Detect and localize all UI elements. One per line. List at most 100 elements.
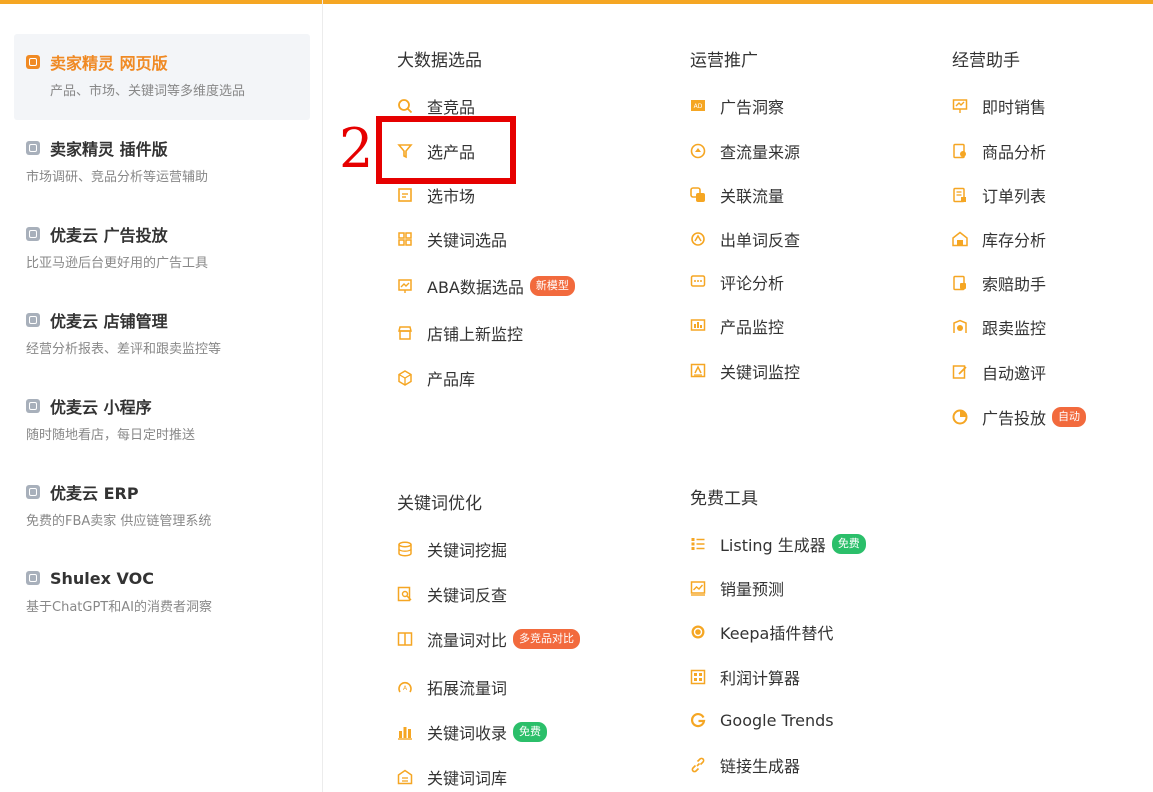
menu-item-label: 广告投放: [982, 409, 1047, 428]
svg-text:A: A: [403, 685, 408, 692]
menu-item-auto-review-request[interactable]: 自动邀评: [952, 360, 1046, 384]
link-boxes-icon: [690, 187, 706, 203]
menu-item-product-library[interactable]: 产品库: [397, 366, 475, 390]
sellersprite-web-icon: [26, 55, 40, 69]
warehouse-icon: [952, 231, 968, 247]
market-icon: [397, 187, 413, 203]
compare-icon: [397, 631, 413, 647]
comment-icon: [690, 274, 706, 290]
menu-item-label: 利润计算器: [720, 669, 801, 688]
menu-item-keyword-monitor[interactable]: 关键词监控: [690, 359, 800, 383]
menu-item-inventory-analysis[interactable]: 库存分析: [952, 227, 1046, 251]
keyword-monitor-icon: [690, 363, 706, 379]
menu-item-label: 即时销售: [982, 98, 1047, 117]
menu-item-label: 选市场: [427, 187, 476, 206]
menu-item-keyword-mining[interactable]: 关键词挖掘: [397, 537, 507, 561]
menu-item-check-competitors[interactable]: 查竞品: [397, 94, 475, 118]
sidebar-item-erp[interactable]: 优麦云 ERP 免费的FBA卖家 供应链管理系统: [14, 464, 310, 550]
menu-item-label: 库存分析: [982, 231, 1047, 250]
shulex-icon: [26, 571, 40, 585]
sidebar-item-desc: 经营分析报表、差评和跟卖监控等: [26, 342, 222, 357]
menu-item-hijack-monitor[interactable]: 跟卖监控: [952, 315, 1046, 339]
auto-badge: 自动: [1052, 407, 1087, 427]
menu-item-label: 关键词词库: [427, 769, 508, 788]
forecast-icon: [690, 580, 706, 596]
menu-item-label: Google Trends: [720, 710, 834, 730]
menu-item-ad-insight[interactable]: AD 广告洞察: [690, 94, 784, 118]
menu-item-google-trends[interactable]: Google Trends: [690, 708, 834, 732]
menu-item-label: 商品分析: [982, 143, 1047, 162]
menu-item-aba-data[interactable]: ABA数据选品 新模型: [397, 274, 575, 298]
menu-item-claims-assistant[interactable]: 索赔助手: [952, 271, 1046, 295]
menu-item-label: 流量词对比: [427, 631, 508, 650]
sidebar-item-shulex-voc[interactable]: Shulex VOC 基于ChatGPT和AI的消费者洞察: [14, 550, 310, 636]
keepa-icon: [690, 624, 706, 640]
menu-item-profit-calculator[interactable]: 利润计算器: [690, 665, 800, 689]
menu-item-sales-forecast[interactable]: 销量预测: [690, 576, 784, 600]
menu-item-keyword-selection[interactable]: 关键词选品: [397, 227, 507, 251]
menu-item-related-traffic[interactable]: 关联流量: [690, 183, 784, 207]
google-icon: [690, 712, 706, 728]
sidebar-item-sellersprite-plugin[interactable]: 卖家精灵 插件版 市场调研、竞品分析等运营辅助: [14, 120, 310, 206]
sidebar-item-title: 卖家精灵 插件版: [50, 140, 168, 159]
sidebar-item-ads[interactable]: 优麦云 广告投放 比亚马逊后台更好用的广告工具: [14, 206, 310, 292]
menu-item-keepa-alternative[interactable]: Keepa插件替代: [690, 620, 833, 644]
sidebar-item-title: 优麦云 小程序: [50, 398, 152, 417]
sidebar: 卖家精灵 网页版 产品、市场、关键词等多维度选品 卖家精灵 插件版 市场调研、竞…: [0, 0, 323, 792]
menu-item-traffic-keyword-compare[interactable]: 流量词对比 多竞品对比: [397, 627, 581, 651]
column-title-assistant: 经营助手: [952, 51, 1020, 71]
menu-item-label: 评论分析: [720, 274, 785, 293]
menu-item-store-new-monitor[interactable]: 店铺上新监控: [397, 321, 523, 345]
sidebar-item-title: 优麦云 ERP: [50, 484, 139, 503]
sidebar-item-mini-program[interactable]: 优麦云 小程序 随时随地看店，每日定时推送: [14, 378, 310, 464]
menu-item-label: ABA数据选品: [427, 278, 524, 297]
menu-item-label: 订单列表: [982, 187, 1047, 206]
menu-item-expand-traffic-keyword[interactable]: A 拓展流量词: [397, 675, 507, 699]
sidebar-item-store-management[interactable]: 优麦云 店铺管理 经营分析报表、差评和跟卖监控等: [14, 292, 310, 378]
menu-item-keyword-indexing[interactable]: 关键词收录 免费: [397, 720, 548, 744]
menu-item-label: 关键词收录: [427, 724, 508, 743]
hijack-monitor-icon: [952, 319, 968, 335]
compass-icon: [690, 143, 706, 159]
order-list-icon: [952, 187, 968, 203]
menu-item-product-monitor[interactable]: 产品监控: [690, 314, 784, 338]
menu-item-order-keyword-reverse[interactable]: 出单词反查: [690, 227, 800, 251]
column-title-operations: 运营推广: [690, 51, 758, 71]
menu-item-label: 查流量来源: [720, 143, 801, 162]
menu-item-label: 关联流量: [720, 187, 785, 206]
link-icon: [690, 757, 706, 773]
menu-item-label: 销量预测: [720, 580, 785, 599]
menu-item-label: 链接生成器: [720, 757, 801, 776]
reverse-search-icon: [690, 231, 706, 247]
menu-item-ad-placement[interactable]: 广告投放 自动: [952, 405, 1087, 429]
menu-item-link-generator[interactable]: 链接生成器: [690, 753, 800, 777]
product-analysis-icon: [952, 143, 968, 159]
menu-item-label: 产品监控: [720, 318, 785, 337]
sidebar-item-desc: 市场调研、竞品分析等运营辅助: [26, 170, 209, 185]
menu-item-product-analysis[interactable]: 商品分析: [952, 139, 1046, 163]
menu-item-order-list[interactable]: 订单列表: [952, 183, 1046, 207]
ad-icon: AD: [690, 98, 706, 114]
sidebar-item-sellersprite-web[interactable]: 卖家精灵 网页版 产品、市场、关键词等多维度选品: [14, 34, 310, 120]
multi-compare-badge: 多竞品对比: [513, 629, 581, 649]
menu-item-review-analysis[interactable]: 评论分析: [690, 270, 784, 294]
menu-item-label: 拓展流量词: [427, 679, 508, 698]
mini-program-icon: [26, 399, 40, 413]
menu-item-listing-generator[interactable]: Listing 生成器 免费: [690, 532, 866, 556]
store-icon: [397, 325, 413, 341]
menu-item-label: 出单词反查: [720, 231, 801, 250]
menu-item-select-market[interactable]: 选市场: [397, 183, 475, 207]
step-number-label: 2: [339, 117, 374, 180]
new-model-badge: 新模型: [529, 276, 575, 296]
menu-item-traffic-source[interactable]: 查流量来源: [690, 139, 800, 163]
menu-item-label: 查竞品: [427, 98, 476, 117]
sidebar-item-title: 卖家精灵 网页版: [50, 54, 168, 73]
menu-item-keyword-library[interactable]: 关键词词库: [397, 765, 507, 789]
menu-item-label: 关键词选品: [427, 231, 508, 250]
menu-item-keyword-reverse[interactable]: 关键词反查: [397, 582, 507, 606]
ads-icon: [26, 227, 40, 241]
menu-item-label: 广告洞察: [720, 98, 785, 117]
calculator-icon: [690, 669, 706, 685]
menu-item-realtime-sales[interactable]: 即时销售: [952, 94, 1046, 118]
sidebar-item-desc: 比亚马逊后台更好用的广告工具: [26, 256, 209, 271]
